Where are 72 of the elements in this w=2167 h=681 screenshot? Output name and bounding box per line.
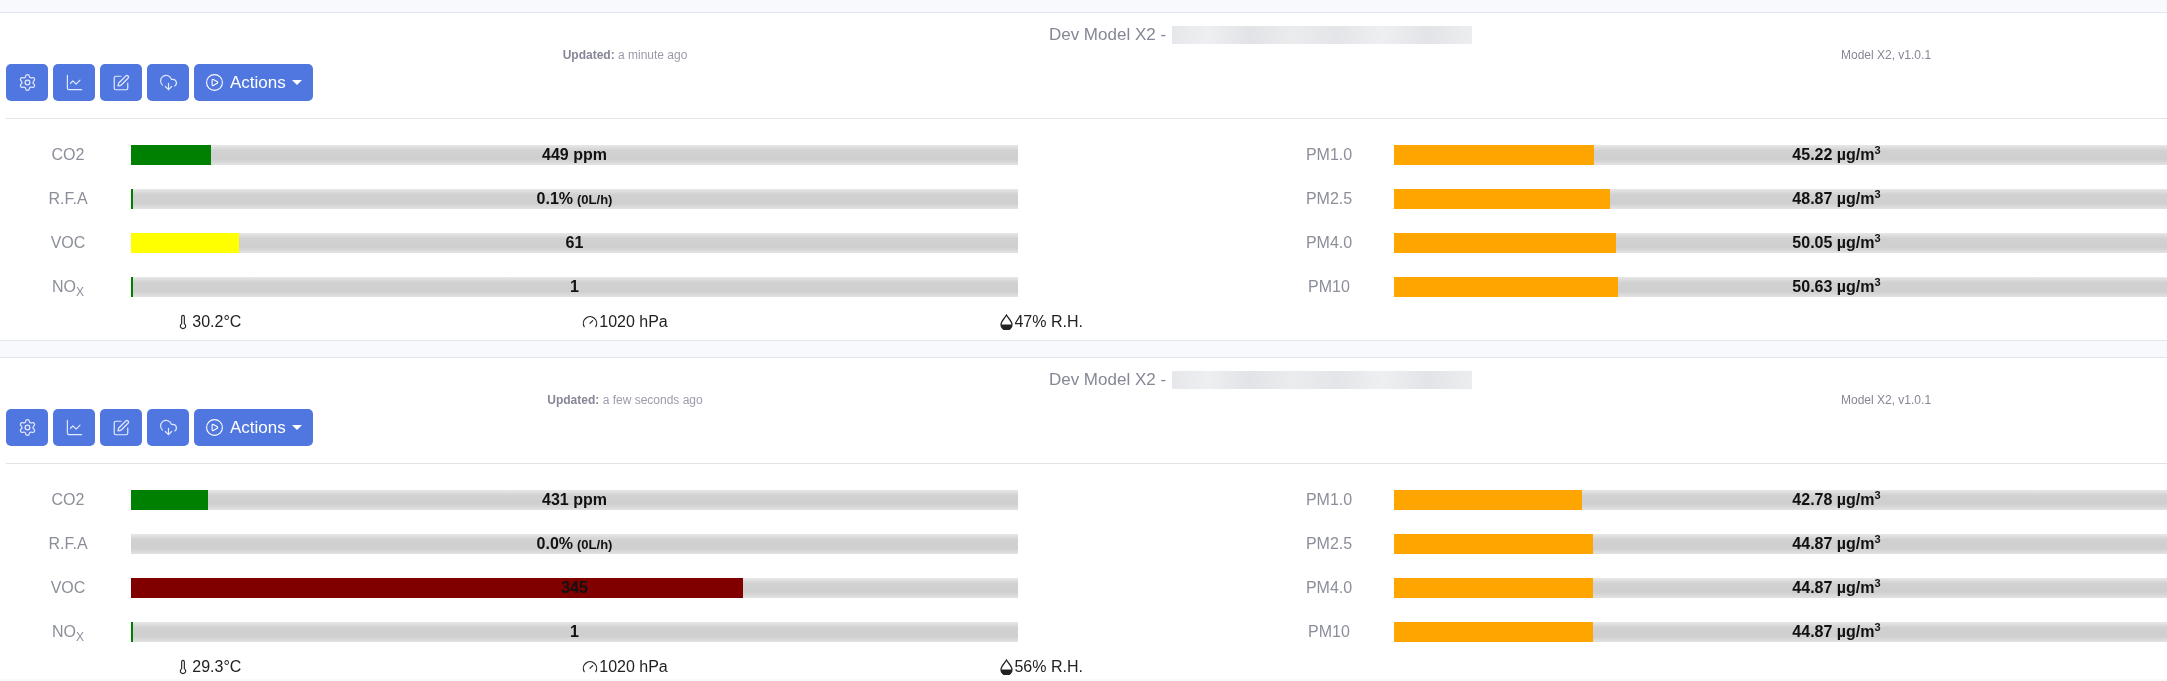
pressure-text: 1020 hPa [599, 313, 668, 331]
temperature-text: 29.3°C [192, 658, 242, 676]
metric-value: 50.05 µg/m$^{3}$ [1792, 234, 1881, 252]
updated-text: Updated: a minute ago [562, 48, 688, 62]
metric-value: 44.87 µg/m$^{3}$ [1792, 623, 1881, 641]
metric-label: PM1.0 [1305, 146, 1353, 164]
chart-button[interactable] [53, 409, 95, 446]
droplet-icon [1000, 314, 1014, 330]
metric-value: 1 [570, 623, 579, 641]
metric-value: 42.78 µg/m$^{3}$ [1792, 491, 1881, 509]
metric-value: 0.1% [536, 190, 574, 208]
cloud-download-icon [158, 73, 178, 92]
actions-button[interactable]: Actions [194, 64, 313, 101]
metric-value: 48.87 µg/m$^{3}$ [1792, 190, 1881, 208]
settings-button[interactable] [6, 64, 48, 101]
flow-rate-text: (0L/h) [577, 537, 613, 552]
metric-label: PM1.0 [1305, 491, 1353, 509]
settings-icon [17, 418, 37, 437]
metric-label: VOC [50, 234, 86, 252]
gauge-icon [582, 314, 599, 330]
metric-value: 44.87 µg/m$^{3}$ [1792, 535, 1881, 553]
model-version-text: Model X2, v1.0.1 [1841, 393, 1932, 407]
humidity-text: 47% R.H. [1014, 313, 1083, 331]
cloud-download-icon [158, 418, 178, 437]
metric-label: PM4.0 [1305, 579, 1353, 597]
edit-icon [112, 73, 130, 92]
caret-icon [291, 425, 302, 430]
updated-text: Updated: a few seconds ago [547, 393, 703, 407]
line-chart-icon [64, 418, 84, 437]
droplet-icon [1000, 659, 1014, 675]
play-circle-icon [205, 418, 224, 437]
metric-label: PM2.5 [1305, 535, 1353, 553]
model-version-text: Model X2, v1.0.1 [1841, 48, 1932, 62]
metric-value: 45.22 µg/m$^{3}$ [1792, 146, 1881, 164]
metric-label: CO2 [51, 491, 85, 509]
metric-label: PM2.5 [1305, 190, 1353, 208]
temperature-text: 30.2°C [192, 313, 242, 331]
metric-value: 431 ppm [542, 491, 607, 509]
metric-value: 0.0% [536, 535, 574, 553]
metric-value: 1 [570, 278, 579, 296]
chart-button[interactable] [53, 64, 95, 101]
metric-label: PM10 [1308, 623, 1350, 641]
metric-value: 345 [561, 579, 588, 597]
metric-label: PM10 [1308, 278, 1350, 296]
metric-value: 44.87 µg/m$^{3}$ [1792, 579, 1881, 597]
device-title: Dev Model X2 - [1048, 370, 1167, 390]
metric-label: R.F.A [48, 535, 88, 553]
caret-icon [291, 80, 302, 85]
actions-button[interactable]: Actions [194, 409, 313, 446]
gauge-icon [582, 659, 599, 675]
line-chart-icon [64, 73, 84, 92]
metric-label: NO$_{X}$ [52, 278, 84, 296]
edit-button[interactable] [100, 409, 142, 446]
flow-rate-text: (0L/h) [577, 192, 613, 207]
metric-label: NO$_{X}$ [52, 623, 84, 641]
metric-label: PM4.0 [1305, 234, 1353, 252]
metric-label: VOC [50, 579, 86, 597]
metric-value: 449 ppm [542, 146, 607, 164]
metric-value: 50.63 µg/m$^{3}$ [1792, 278, 1881, 296]
metric-label: CO2 [51, 146, 85, 164]
metric-label: R.F.A [48, 190, 88, 208]
play-circle-icon [205, 73, 224, 92]
device-title: Dev Model X2 - [1048, 25, 1167, 45]
metric-value: 61 [565, 234, 584, 252]
pressure-text: 1020 hPa [599, 658, 668, 676]
edit-button[interactable] [100, 64, 142, 101]
download-button[interactable] [147, 409, 189, 446]
settings-button[interactable] [6, 409, 48, 446]
download-button[interactable] [147, 64, 189, 101]
edit-icon [112, 418, 130, 437]
settings-icon [17, 73, 37, 92]
humidity-text: 56% R.H. [1014, 658, 1083, 676]
